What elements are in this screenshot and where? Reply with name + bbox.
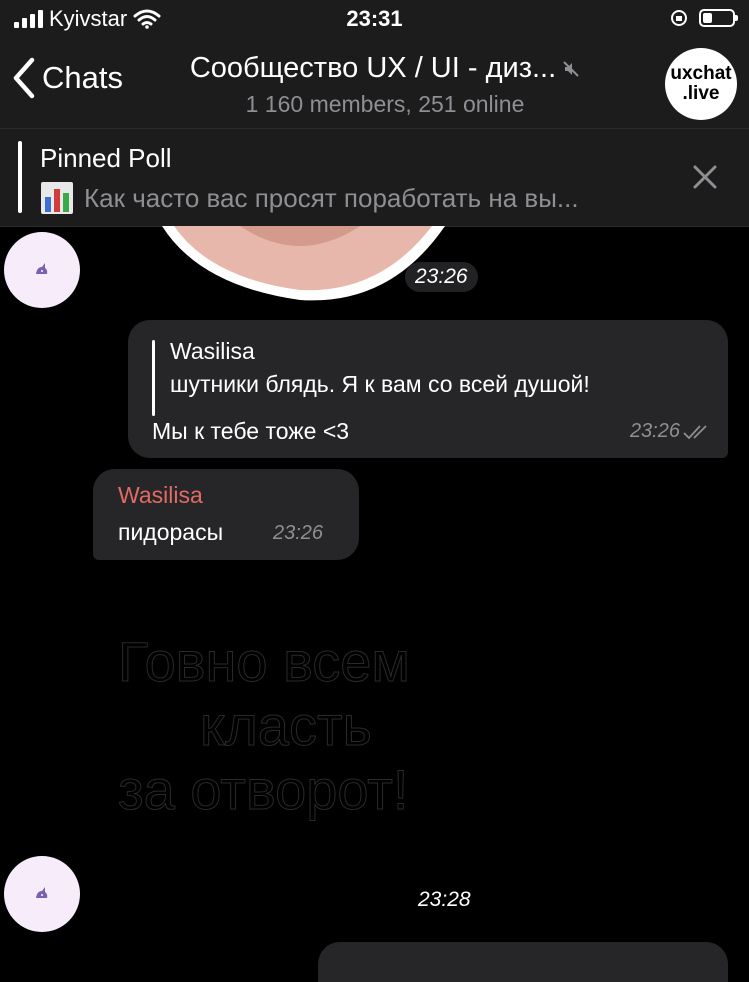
orientation-lock-icon: [671, 10, 687, 26]
battery-icon: [699, 9, 738, 27]
incoming-message[interactable]: Wasilisa пидорасы 23:26: [93, 469, 359, 560]
read-checkmarks-icon: [683, 424, 707, 439]
pinned-bar: [18, 141, 22, 213]
reply-preview[interactable]: Wasilisa шутники блядь. Я к вам со всей …: [152, 338, 590, 416]
reply-text: шутники блядь. Я к вам со всей душой!: [170, 371, 590, 397]
message-meta: 23:26: [630, 420, 712, 443]
message-text: Мы к тебе тоже <3: [152, 418, 350, 444]
pinned-message[interactable]: Pinned Poll Как часто вас просят поработ…: [0, 129, 749, 227]
avatar[interactable]: [4, 856, 80, 932]
chat-title-block[interactable]: Сообщество UX / UI - диз... 1 160 member…: [150, 52, 620, 118]
poll-chart-icon: [41, 182, 73, 214]
unicorn-icon: [36, 887, 48, 898]
chat-title: Сообщество UX / UI - диз...: [189, 52, 557, 84]
sticker-line1: Говно всем: [118, 630, 411, 694]
message-time: 23:26: [629, 420, 680, 442]
sticker-image[interactable]: [160, 226, 450, 302]
logo-line1: uxchat: [670, 63, 732, 84]
back-button[interactable]: Chats: [10, 56, 123, 100]
sticker-line3: за отворот!: [118, 758, 409, 822]
sticker-time: 23:28: [418, 888, 471, 911]
group-avatar[interactable]: uxchat .live: [665, 48, 737, 120]
status-bar: Kyivstar 23:31: [0, 0, 749, 40]
unicorn-icon: [36, 263, 48, 274]
outgoing-message-partial[interactable]: [318, 942, 728, 982]
pinned-title: Pinned Poll: [40, 143, 172, 173]
logo-line2: .live: [682, 83, 720, 104]
chevron-left-icon: [13, 57, 35, 99]
back-label: Chats: [42, 60, 123, 95]
chat-header: Chats Сообщество UX / UI - диз... 1 160 …: [0, 40, 749, 129]
outgoing-message[interactable]: Wasilisa шутники блядь. Я к вам со всей …: [128, 320, 728, 458]
status-time: 23:31: [346, 6, 403, 31]
chat-subtitle: 1 160 members, 251 online: [245, 91, 525, 117]
message-text: пидорасы: [118, 519, 224, 545]
muted-icon: [563, 60, 579, 77]
pinned-preview: Как часто вас просят поработать на вы...: [84, 182, 579, 213]
text-sticker[interactable]: Говно всем класть за отворот!: [118, 630, 411, 822]
message-time: 23:26: [273, 522, 324, 544]
sticker-time: 23:26: [405, 262, 478, 292]
reply-sender: Wasilisa: [170, 338, 255, 364]
close-icon[interactable]: [691, 163, 719, 191]
status-right: [669, 8, 738, 28]
sticker-line2: класть: [200, 694, 373, 758]
avatar[interactable]: [4, 232, 80, 308]
sender-name[interactable]: Wasilisa: [118, 482, 203, 509]
pinned-text-row: Как часто вас просят поработать на вы...: [40, 181, 579, 215]
